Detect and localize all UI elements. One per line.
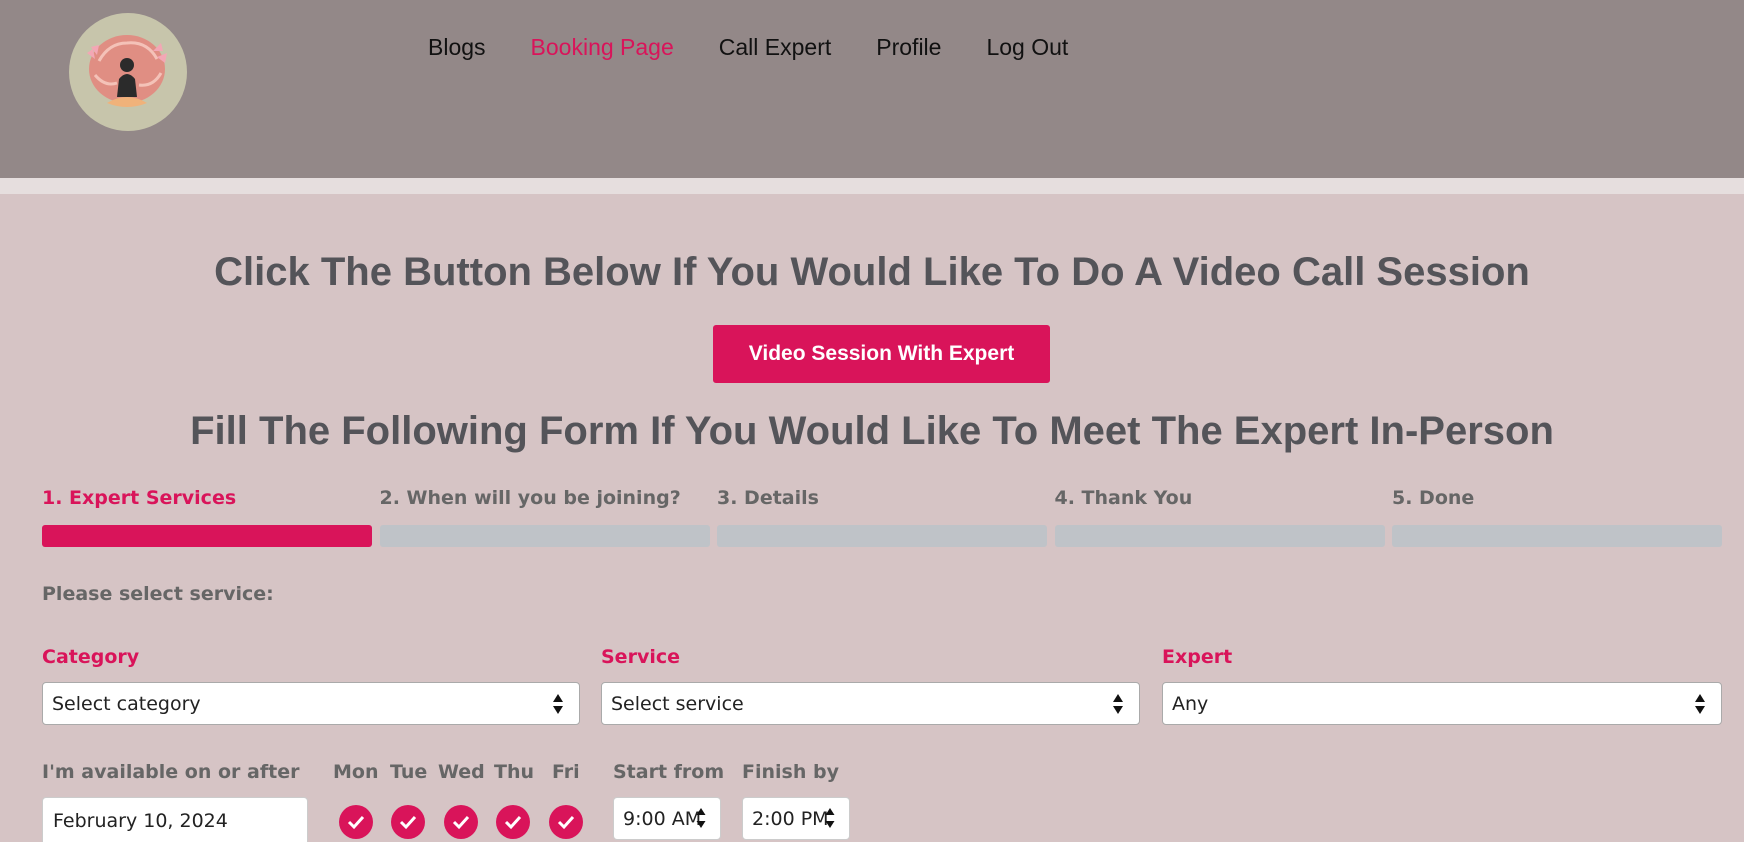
- up-down-arrows-icon: [696, 808, 706, 828]
- step-progress-bar: [42, 525, 372, 547]
- step-thank-you[interactable]: 4. Thank You: [1054, 487, 1385, 547]
- step-progress-bar: [1392, 525, 1722, 547]
- up-down-arrows-icon: [1695, 694, 1705, 714]
- main-nav: Blogs Booking Page Call Expert Profile L…: [428, 32, 1113, 62]
- nav-call-expert[interactable]: Call Expert: [719, 32, 831, 62]
- checkmark-icon: [347, 815, 365, 830]
- video-session-button[interactable]: Video Session With Expert: [713, 325, 1050, 383]
- step-label: 3. Details: [717, 487, 819, 509]
- category-select-value: Select category: [52, 693, 201, 715]
- start-time-value: 9:00 AM: [623, 808, 702, 830]
- up-down-arrows-icon: [1113, 694, 1123, 714]
- video-call-heading: Click The Button Below If You Would Like…: [214, 250, 1530, 294]
- nav-log-out[interactable]: Log Out: [986, 32, 1068, 62]
- start-from-label: Start from: [613, 761, 725, 783]
- day-checkbox-thu[interactable]: [496, 805, 530, 839]
- step-done[interactable]: 5. Done: [1392, 487, 1722, 547]
- step-details[interactable]: 3. Details: [717, 487, 1047, 547]
- category-select[interactable]: Select category: [42, 682, 580, 725]
- step-expert-services[interactable]: 1. Expert Services: [42, 487, 372, 547]
- expert-select[interactable]: Any: [1162, 682, 1722, 725]
- header-divider: [0, 178, 1744, 194]
- site-header: Blogs Booking Page Call Expert Profile L…: [0, 0, 1744, 178]
- service-select-value: Select service: [611, 693, 744, 715]
- day-label-fri: Fri: [552, 761, 580, 783]
- step-label: 2. When will you be joining?: [379, 487, 681, 509]
- day-label-tue: Tue: [390, 761, 428, 783]
- expert-label: Expert: [1162, 646, 1233, 668]
- select-service-prompt: Please select service:: [42, 583, 274, 605]
- up-down-arrows-icon: [553, 694, 563, 714]
- nav-blogs[interactable]: Blogs: [428, 32, 486, 62]
- finish-time-value: 2:00 PM: [752, 808, 829, 830]
- checkmark-icon: [504, 815, 522, 830]
- expert-select-value: Any: [1172, 693, 1209, 715]
- service-select[interactable]: Select service: [601, 682, 1140, 725]
- nav-booking-page[interactable]: Booking Page: [531, 32, 674, 62]
- day-checkbox-mon[interactable]: [339, 805, 373, 839]
- checkmark-icon: [452, 815, 470, 830]
- available-label: I'm available on or after: [42, 761, 300, 783]
- meditation-brain-logo-icon: [87, 35, 167, 107]
- step-progress-bar: [1054, 525, 1385, 547]
- step-progress-bar: [379, 525, 710, 547]
- booking-steps: 1. Expert Services 2. When will you be j…: [42, 487, 1722, 547]
- service-label: Service: [601, 646, 680, 668]
- in-person-form-heading: Fill The Following Form If You Would Lik…: [190, 409, 1554, 453]
- finish-by-label: Finish by: [742, 761, 839, 783]
- day-checkbox-tue[interactable]: [391, 805, 425, 839]
- day-label-mon: Mon: [333, 761, 379, 783]
- checkmark-icon: [557, 815, 575, 830]
- up-down-arrows-icon: [825, 808, 835, 828]
- step-label: 4. Thank You: [1054, 487, 1193, 509]
- start-time-select[interactable]: 9:00 AM: [613, 797, 721, 840]
- category-label: Category: [42, 646, 140, 668]
- day-label-thu: Thu: [494, 761, 535, 783]
- finish-time-select[interactable]: 2:00 PM: [742, 797, 850, 840]
- step-label: 1. Expert Services: [42, 487, 237, 509]
- nav-profile[interactable]: Profile: [876, 32, 941, 62]
- day-checkbox-wed[interactable]: [444, 805, 478, 839]
- step-when-joining[interactable]: 2. When will you be joining?: [379, 487, 710, 547]
- step-progress-bar: [717, 525, 1047, 547]
- site-logo[interactable]: [69, 13, 187, 131]
- day-label-wed: Wed: [438, 761, 485, 783]
- step-label: 5. Done: [1392, 487, 1475, 509]
- checkmark-icon: [399, 815, 417, 830]
- available-date-input[interactable]: February 10, 2024: [42, 797, 308, 842]
- day-checkbox-fri[interactable]: [549, 805, 583, 839]
